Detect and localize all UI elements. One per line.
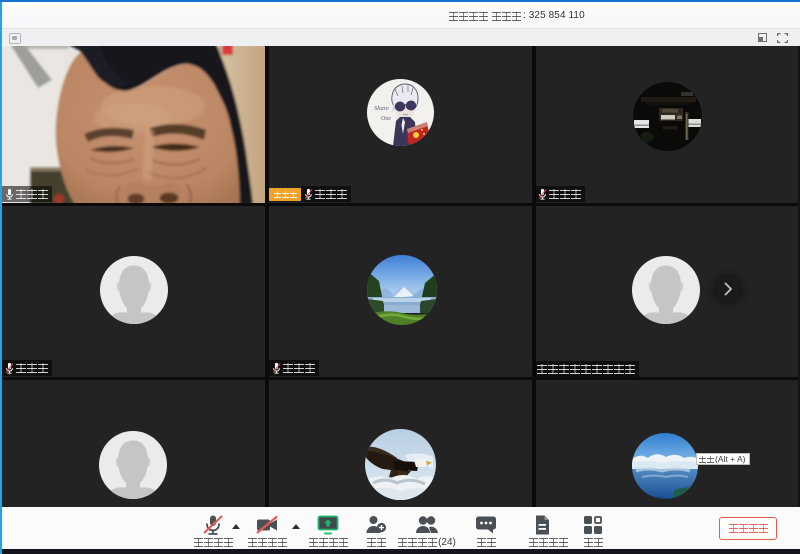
svg-text:One: One bbox=[381, 116, 391, 122]
svg-text:Share: Share bbox=[374, 105, 389, 112]
